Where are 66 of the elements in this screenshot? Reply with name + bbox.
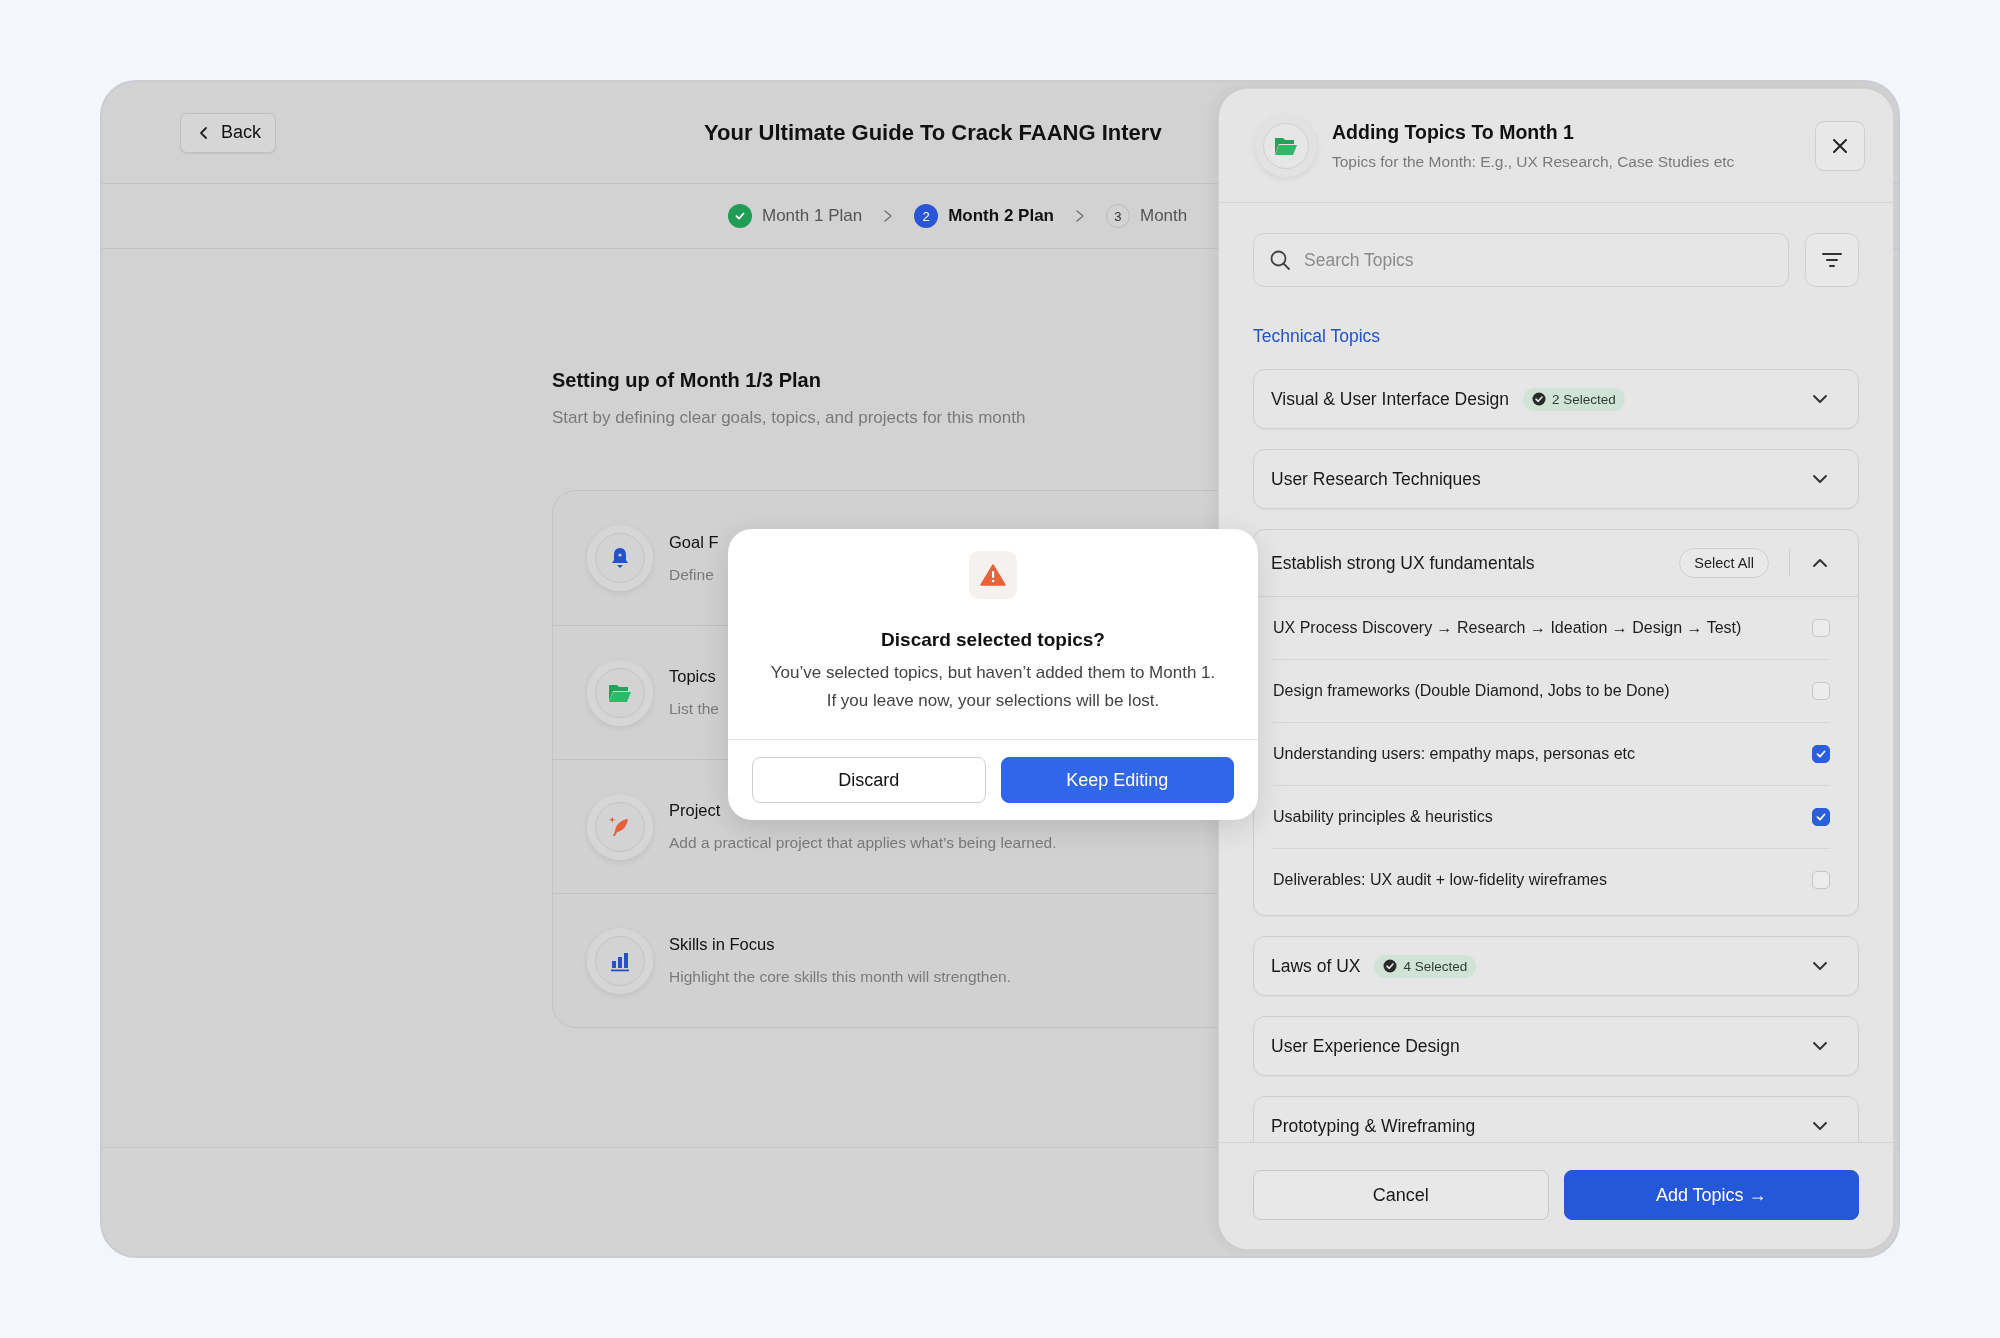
topic-label: UX Process Discovery → Research → Ideation → Design → Test) (1273, 619, 1743, 637)
section-title: Goal F (669, 532, 719, 552)
filter-icon (1821, 251, 1843, 269)
filter-button[interactable] (1805, 233, 1859, 287)
section-title: Topics (669, 667, 717, 686)
topic-group[interactable]: Laws of UX 4 Selected (1253, 936, 1859, 996)
checkbox[interactable] (1812, 682, 1830, 700)
topic-group[interactable]: User Research Techniques (1253, 449, 1859, 509)
topic-label: Design frameworks (Double Diamond, Jobs to be Done) (1273, 682, 1671, 700)
back-button[interactable]: Back (180, 112, 277, 153)
group-title: Laws of UX (1271, 955, 1361, 977)
section-description: Highlight the core skills this month will strengthen. (669, 968, 1011, 986)
badge-text: 2 Selected (1552, 391, 1616, 407)
topic-label: Usability principles & heuristics (1273, 808, 1494, 826)
checkbox[interactable] (1812, 808, 1830, 826)
folder-icon (608, 682, 632, 703)
section-description: Define (669, 565, 715, 584)
warning-icon (980, 564, 1006, 586)
section-heading: Technical Topics (1253, 326, 1382, 347)
group-title: Establish strong UX fundamentals (1271, 552, 1535, 574)
discard-button[interactable]: Discard (752, 757, 986, 803)
topic-group[interactable]: User Experience Design (1253, 1016, 1859, 1076)
checkbox[interactable] (1812, 619, 1830, 637)
close-button[interactable] (1815, 120, 1865, 171)
group-title: Prototyping & Wireframing (1271, 1115, 1476, 1137)
check-icon (734, 210, 746, 222)
plan-subtitle: Start by defining clear goals, topics, and projects for this month (552, 408, 1027, 428)
cancel-button[interactable]: Cancel (1253, 1170, 1549, 1220)
panel-subtitle: Topics for the Month: E.g., UX Research, Case Studies etc (1332, 152, 1736, 171)
check-circle-icon (1532, 392, 1546, 406)
group-title: User Experience Design (1271, 1035, 1460, 1057)
add-topics-button[interactable]: Add Topics → (1563, 1170, 1859, 1220)
panel-title: Adding Topics To Month 1 (1332, 120, 1575, 144)
topic-label: Deliverables: UX audit + low-fidelity wireframes (1273, 871, 1608, 889)
check-icon (1815, 811, 1827, 823)
checkbox[interactable] (1812, 871, 1830, 889)
badge-text: 4 Selected (1403, 958, 1468, 974)
search-field[interactable]: Search Topics (1253, 233, 1789, 287)
check-circle-icon (1383, 959, 1398, 973)
checkbox[interactable] (1812, 745, 1830, 763)
group-title: Visual & User Interface Design (1271, 388, 1509, 410)
chevron-right-icon (882, 209, 895, 223)
step-indicator: 2 (914, 204, 939, 228)
step-label[interactable]: Month 2 Plan (948, 206, 1054, 226)
dialog-message: You’ve selected topics, but haven’t added them to Month 1. If you leave now, your selections will be lost. (770, 662, 1216, 712)
topic-group[interactable]: Visual & User Interface Design 2 Selected (1253, 369, 1859, 429)
step-label[interactable]: Month (1139, 206, 1188, 226)
chevron-right-icon (1073, 209, 1086, 223)
section-title: Skills in Focus (669, 935, 776, 954)
topic-group[interactable] (1253, 529, 1859, 916)
folder-icon (1274, 135, 1298, 156)
plan-heading: Setting up of Month 1/3 Plan (552, 369, 822, 392)
check-icon (1815, 748, 1827, 760)
step-label[interactable]: Month 1 Plan (762, 206, 863, 226)
section-description: List the (669, 700, 719, 718)
keep-editing-button[interactable]: Keep Editing (1000, 757, 1234, 803)
select-all-button[interactable]: Select All (1679, 548, 1769, 578)
section-title: Project (669, 801, 722, 820)
topic-group[interactable]: Prototyping & Wireframing (1253, 1096, 1859, 1142)
bell-icon (609, 546, 631, 570)
dialog-title: Discard selected topics? (881, 629, 1105, 651)
group-title: User Research Techniques (1271, 468, 1481, 490)
page-title: Your Ultimate Guide To Crack FAANG Interv (704, 119, 1162, 146)
search-icon (1269, 249, 1291, 271)
section-description: Add a practical project that applies what’s being learned. (669, 834, 1057, 852)
topic-label: Understanding users: empathy maps, personas etc (1273, 745, 1636, 763)
